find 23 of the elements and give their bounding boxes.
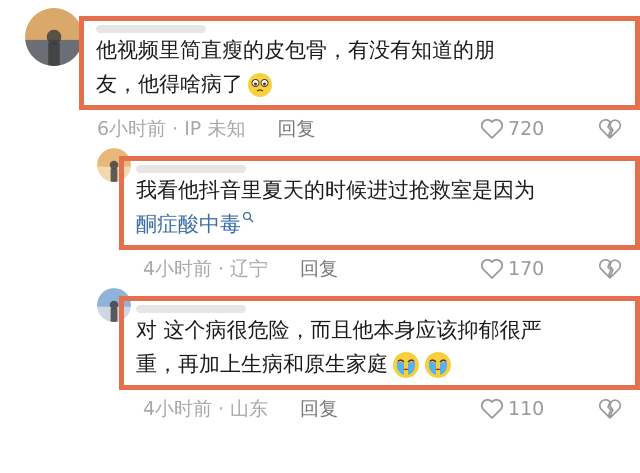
like-count: 170 [508,256,546,282]
search-link[interactable]: 酮症酸中毒 [136,212,254,236]
broken-heart-icon[interactable] [598,118,622,140]
crying-emoji-icon [424,351,452,380]
heart-icon[interactable] [480,258,504,280]
like-count: 110 [508,396,546,422]
reply-link[interactable]: 回复 [277,114,316,144]
heart-icon[interactable] [480,398,504,420]
reply-link[interactable]: 回复 [300,394,338,424]
comment-text: 对 这个病很危险，而且他本身应该抑郁很严重，再加上生病和原生家庭 [136,313,561,381]
broken-heart-icon[interactable] [598,398,622,420]
like-count: 720 [508,116,546,142]
comment-text: 他视频里简直瘦的皮包骨，有没有知道的朋友，他得啥病了 [96,33,521,101]
comment-time-location: 4小时前 · 山东 [143,396,268,422]
comment-time-location: 4小时前 · 辽宁 [143,256,268,282]
comment-text: 我看他抖音里夏天的时候进过抢救室是因为 酮症酸中毒 [136,177,536,238]
broken-heart-icon[interactable] [598,258,622,280]
reply-link[interactable]: 回复 [300,254,338,284]
crying-emoji-icon [392,351,420,380]
comment-time-location: 6小时前 · IP 未知 [97,116,246,142]
heart-icon[interactable] [480,118,504,140]
teary-emoji-icon [247,72,273,98]
search-icon [242,211,254,223]
